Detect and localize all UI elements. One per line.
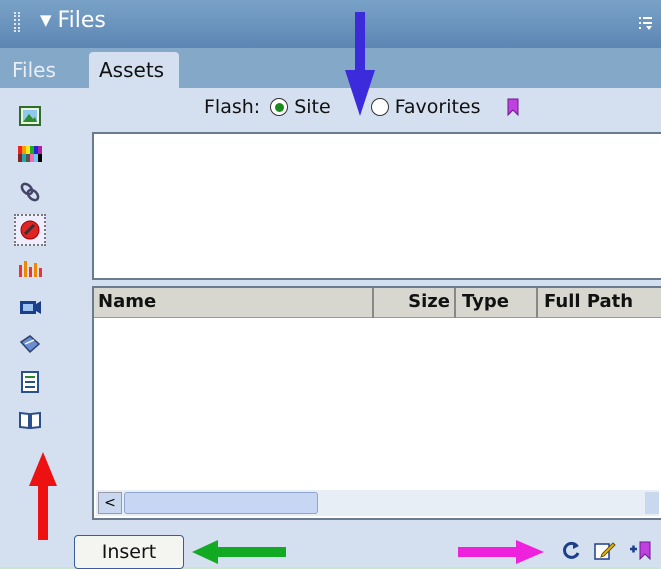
- column-full-path[interactable]: Full Path: [538, 288, 661, 318]
- urls-category-button[interactable]: [14, 176, 46, 208]
- panel-title[interactable]: ▼ Files: [40, 8, 106, 33]
- tab-files[interactable]: Files: [12, 58, 56, 82]
- asset-toolbar: [562, 540, 652, 560]
- shockwave-category-button[interactable]: [14, 252, 46, 284]
- options-menu-icon[interactable]: [637, 14, 655, 32]
- tab-assets[interactable]: Assets: [88, 51, 180, 88]
- refresh-icon[interactable]: [562, 540, 582, 560]
- add-to-favorites-icon[interactable]: [628, 540, 652, 560]
- scripts-icon: [19, 335, 41, 354]
- shockwave-icon: [19, 261, 42, 277]
- site-radio[interactable]: [270, 98, 289, 116]
- panel-titlebar[interactable]: ▼ Files: [0, 0, 661, 48]
- asset-list[interactable]: Name Size Type Full Path <: [92, 286, 661, 520]
- movies-icon: [20, 301, 41, 314]
- library-icon: [19, 411, 41, 430]
- panel-title-label: Files: [57, 8, 106, 33]
- red-annotation-arrow: [29, 452, 57, 540]
- favorites-radio-label[interactable]: Favorites: [395, 96, 481, 118]
- green-annotation-arrow: [192, 540, 286, 564]
- library-category-button[interactable]: [14, 404, 46, 436]
- urls-icon: [20, 182, 40, 202]
- collapse-triangle-icon[interactable]: ▼: [40, 11, 52, 29]
- images-category-button[interactable]: [14, 100, 46, 132]
- blue-annotation-arrow: [345, 12, 375, 116]
- scroll-right-button[interactable]: [645, 492, 659, 514]
- favorites-bookmark-icon: [507, 98, 519, 116]
- scroll-left-arrow-icon[interactable]: <: [98, 492, 122, 514]
- column-size[interactable]: Size: [374, 288, 456, 318]
- flash-category-button[interactable]: [14, 214, 46, 246]
- templates-category-button[interactable]: [14, 366, 46, 398]
- column-type[interactable]: Type: [456, 288, 538, 318]
- asset-list-header: Name Size Type Full Path: [94, 288, 661, 318]
- assets-panel: Flash: Site Favorites Name Size Type Ful…: [0, 88, 661, 569]
- flash-icon: [20, 220, 40, 240]
- category-label: Flash:: [204, 96, 261, 118]
- images-icon: [19, 106, 41, 126]
- asset-category-sidebar: [14, 100, 52, 442]
- magenta-annotation-arrow: [458, 540, 544, 564]
- column-name[interactable]: Name: [94, 288, 374, 318]
- templates-icon: [21, 371, 39, 393]
- movies-category-button[interactable]: [14, 290, 46, 322]
- colors-category-button[interactable]: [14, 138, 46, 170]
- site-radio-label[interactable]: Site: [294, 96, 330, 118]
- insert-button[interactable]: Insert: [74, 535, 184, 569]
- horizontal-scrollbar[interactable]: <: [96, 490, 659, 516]
- colors-icon: [18, 146, 42, 162]
- grip-handle[interactable]: [14, 12, 20, 32]
- tab-bar: Files Assets: [0, 48, 661, 88]
- scripts-category-button[interactable]: [14, 328, 46, 360]
- radio-selected-dot: [274, 102, 284, 112]
- scrollbar-thumb[interactable]: [124, 492, 318, 514]
- edit-icon[interactable]: [594, 540, 616, 560]
- asset-preview-pane: [92, 132, 661, 280]
